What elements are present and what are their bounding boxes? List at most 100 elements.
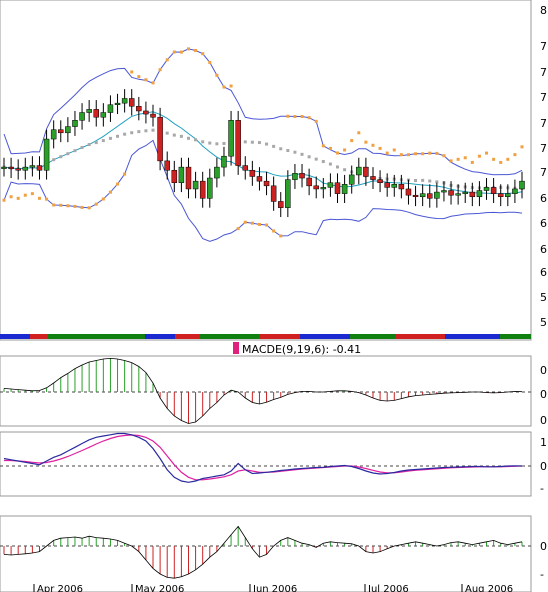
parabolic-sar-dot xyxy=(314,119,318,123)
price-y-tick-label: 5 xyxy=(540,291,547,304)
candle-body xyxy=(100,112,107,118)
parabolic-sar-dot xyxy=(158,68,162,72)
moving-average-dot xyxy=(52,158,56,162)
macd-lines-y-tick: - xyxy=(540,482,544,495)
parabolic-sar-dot xyxy=(520,145,524,149)
candle-body xyxy=(207,177,213,199)
candle-body xyxy=(50,129,57,140)
candle-body xyxy=(8,166,14,169)
macd-legend-swatch xyxy=(233,342,239,354)
candle-body xyxy=(263,180,270,187)
moving-average-dot xyxy=(172,133,176,137)
candle-body xyxy=(249,169,256,177)
parabolic-sar-dot xyxy=(87,206,91,210)
parabolic-sar-dot xyxy=(236,227,240,231)
candle-body xyxy=(441,190,447,193)
parabolic-sar-dot xyxy=(9,195,13,199)
trend-bar-segment xyxy=(145,334,175,339)
candle-body xyxy=(299,173,305,179)
parabolic-sar-dot xyxy=(179,50,183,54)
trend-bar-segment xyxy=(30,334,48,339)
parabolic-sar-dot xyxy=(406,153,410,157)
parabolic-sar-dot xyxy=(385,151,389,155)
parabolic-sar-dot xyxy=(73,204,77,208)
candle-body xyxy=(320,187,327,190)
parabolic-sar-dot xyxy=(165,58,169,62)
candle-body xyxy=(235,120,241,166)
parabolic-sar-dot xyxy=(194,49,198,53)
x-axis-label: Jun 2006 xyxy=(252,584,297,592)
price-y-tick-label: 8 xyxy=(540,4,547,17)
parabolic-sar-dot xyxy=(477,154,481,158)
candle-body xyxy=(143,110,149,115)
moving-average-dot xyxy=(414,179,418,183)
candle-body xyxy=(455,193,461,196)
parabolic-sar-dot xyxy=(449,159,453,163)
parabolic-sar-dot xyxy=(378,146,382,150)
parabolic-sar-dot xyxy=(343,148,347,152)
oscillator-y-tick: - xyxy=(540,568,544,581)
moving-average-dot xyxy=(186,136,190,140)
candle-body xyxy=(476,190,483,198)
candle-body xyxy=(490,187,497,194)
parabolic-sar-dot xyxy=(265,223,269,227)
moving-average-dot xyxy=(116,134,120,138)
parabolic-sar-dot xyxy=(101,197,105,201)
price-y-tick-label: 7 xyxy=(540,117,547,130)
parabolic-sar-dot xyxy=(66,204,70,208)
parabolic-sar-dot xyxy=(428,151,432,155)
parabolic-sar-dot xyxy=(116,182,120,186)
parabolic-sar-dot xyxy=(435,151,439,155)
candle-body xyxy=(497,193,504,198)
candle-body xyxy=(199,180,206,199)
candle-body xyxy=(363,166,369,177)
parabolic-sar-dot xyxy=(328,146,332,150)
moving-average-dot xyxy=(265,142,269,146)
parabolic-sar-dot xyxy=(272,229,276,233)
moving-average-dot xyxy=(215,142,219,146)
candle-body xyxy=(79,112,85,121)
parabolic-sar-dot xyxy=(52,203,56,207)
moving-average-dot xyxy=(87,143,91,147)
candle-body xyxy=(391,184,398,188)
candle-body xyxy=(348,174,355,185)
moving-average-dot xyxy=(307,155,311,159)
parabolic-sar-dot xyxy=(37,196,41,200)
parabolic-sar-dot xyxy=(130,70,134,74)
candle-body xyxy=(306,177,312,187)
parabolic-sar-dot xyxy=(2,198,6,202)
x-axis-label: Aug 2006 xyxy=(465,584,513,592)
candle-body xyxy=(221,155,227,168)
parabolic-sar-dot xyxy=(108,190,112,194)
price-y-tick-label: 6 xyxy=(540,217,547,230)
candle-body xyxy=(157,116,163,162)
parabolic-sar-dot xyxy=(151,81,155,85)
parabolic-sar-dot xyxy=(201,52,205,56)
macd-lines-y-tick: 1 xyxy=(540,436,547,449)
candle-body xyxy=(270,185,277,202)
parabolic-sar-dot xyxy=(293,114,297,118)
trend-bar-segment xyxy=(200,334,260,339)
candle-body xyxy=(398,184,405,190)
parabolic-sar-dot xyxy=(442,154,446,158)
parabolic-sar-dot xyxy=(421,152,425,156)
parabolic-sar-dot xyxy=(357,131,361,135)
parabolic-sar-dot xyxy=(300,114,304,118)
candle-body xyxy=(72,120,78,127)
candle-body xyxy=(121,98,128,104)
parabolic-sar-dot xyxy=(186,47,190,51)
moving-average-dot xyxy=(59,155,63,159)
moving-average-dot xyxy=(321,160,325,164)
parabolic-sar-dot xyxy=(336,151,340,155)
price-y-tick-label: 7 xyxy=(540,66,547,79)
candle-body xyxy=(185,166,192,190)
parabolic-sar-dot xyxy=(144,78,148,82)
moving-average-dot xyxy=(421,178,425,182)
candle-body xyxy=(356,166,362,176)
price-y-tick-label: 6 xyxy=(540,266,547,279)
candle-body xyxy=(370,176,376,180)
moving-average-dot xyxy=(293,150,297,154)
candle-body xyxy=(341,184,348,194)
parabolic-sar-dot xyxy=(30,192,34,196)
parabolic-sar-dot xyxy=(499,160,503,164)
